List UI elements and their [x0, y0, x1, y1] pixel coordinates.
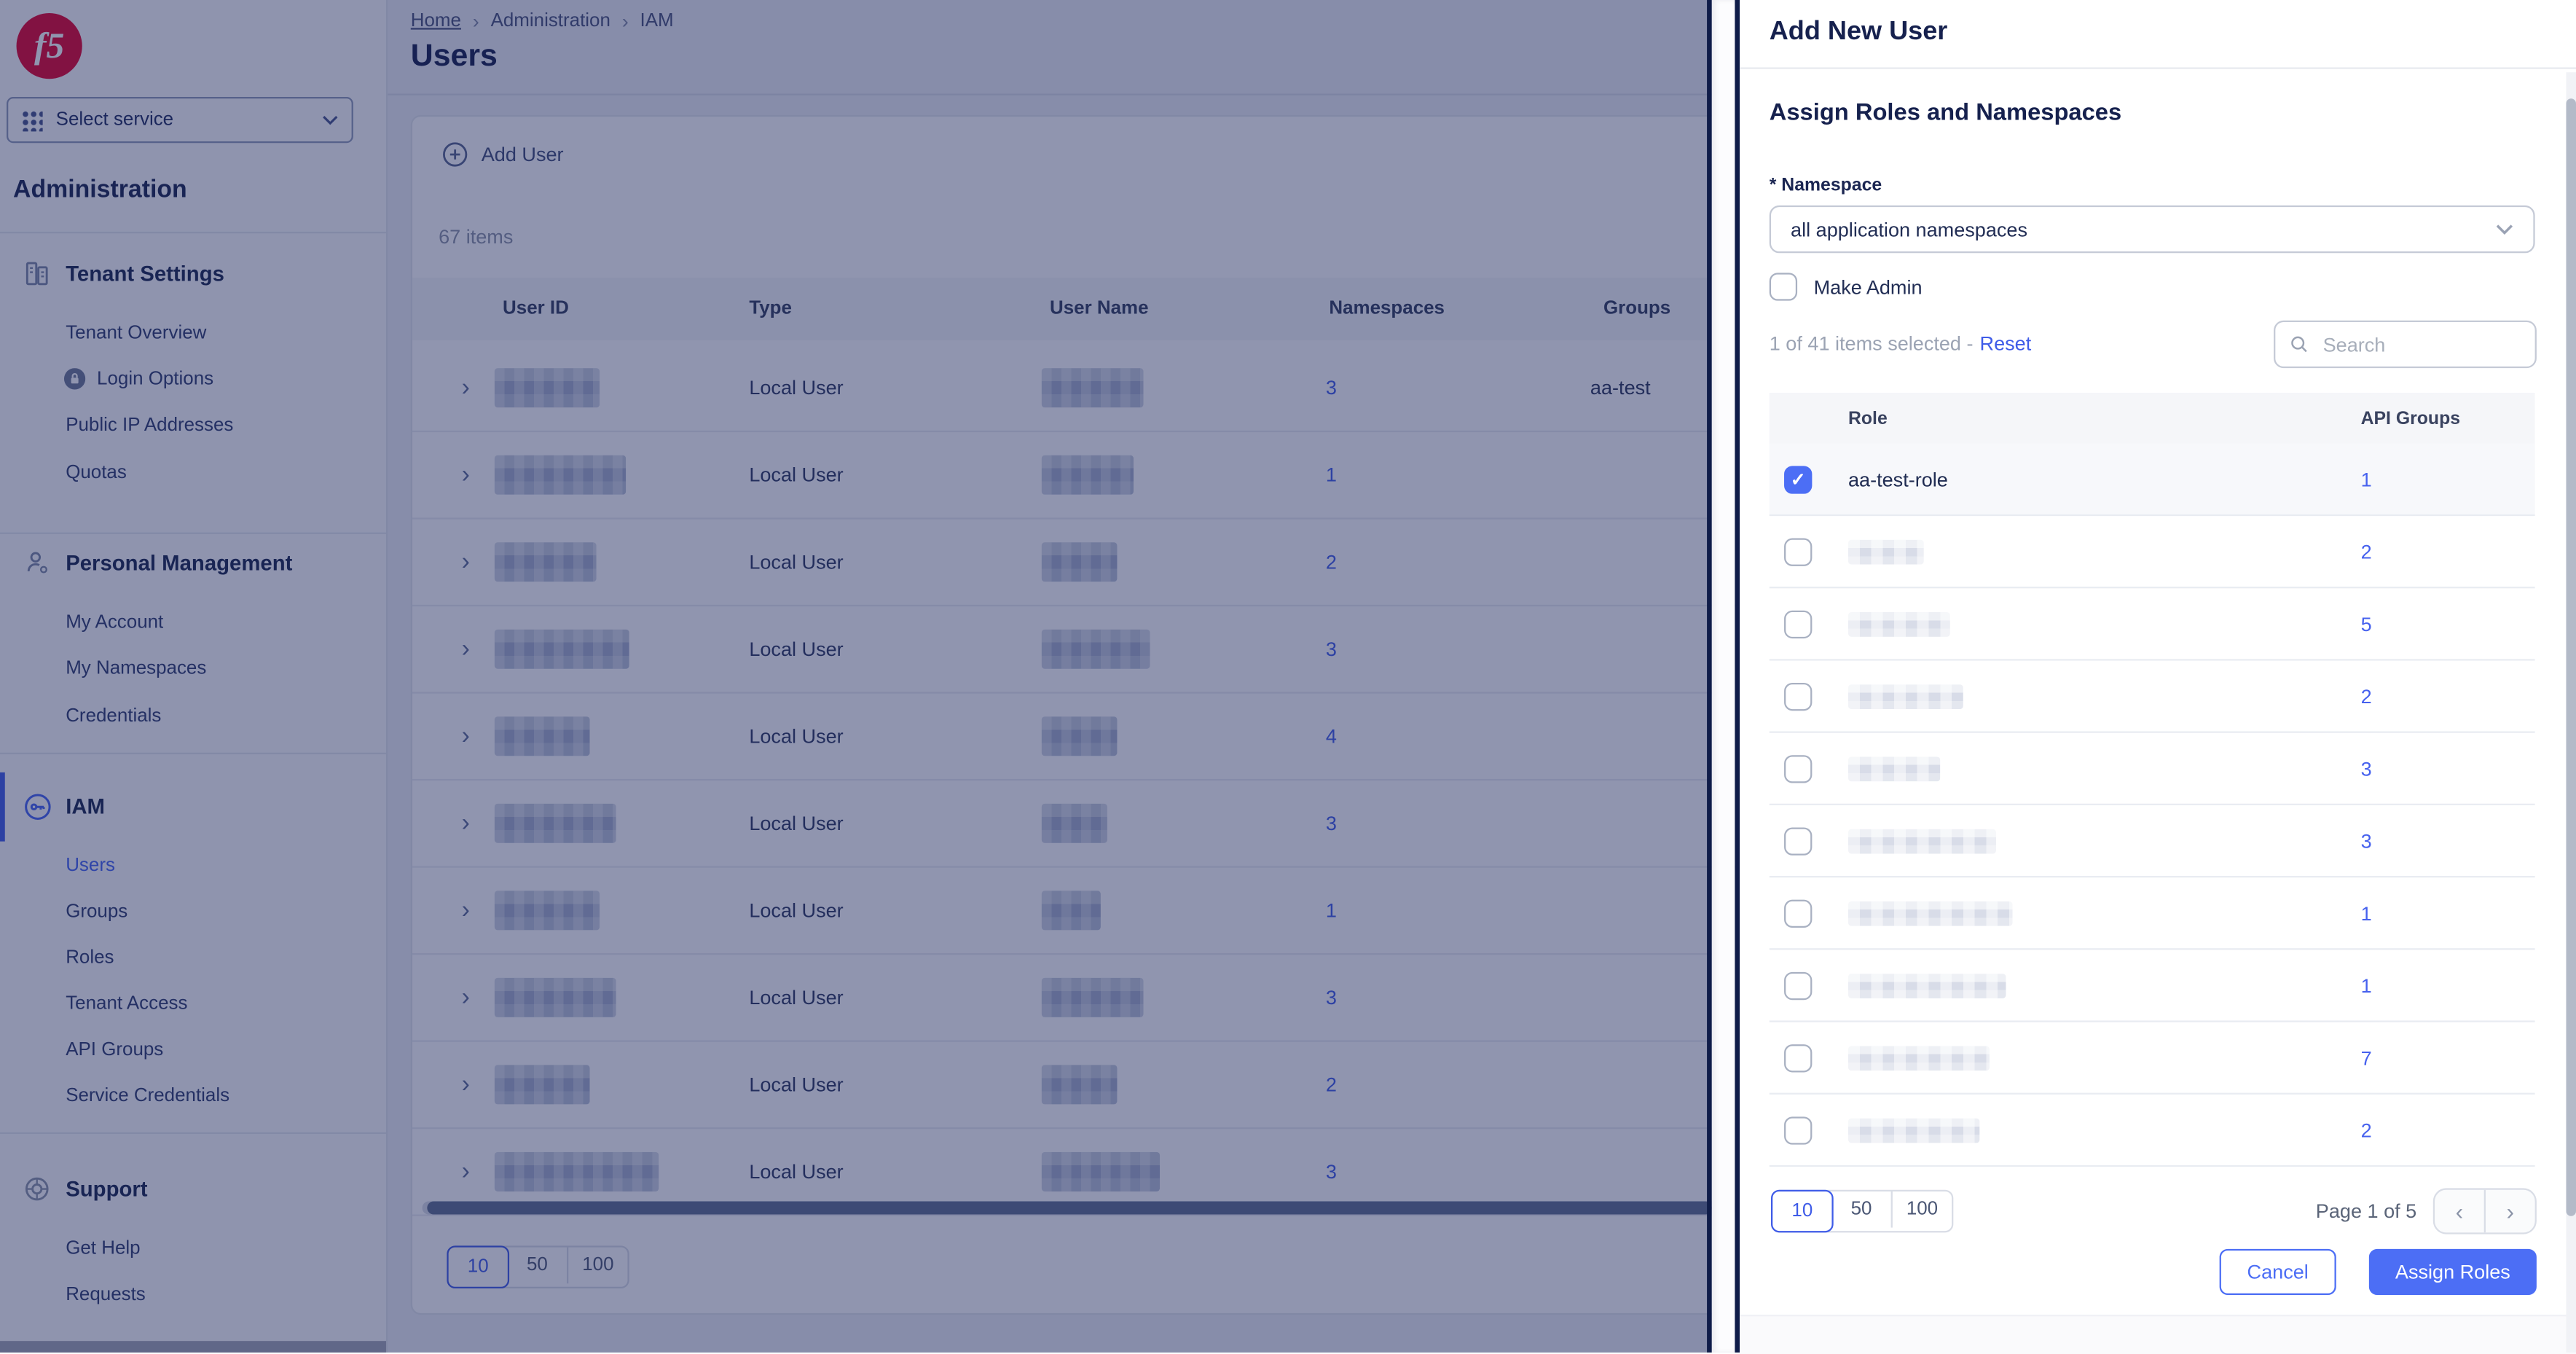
underlying-drawer-sliver [1711, 0, 1735, 1353]
cancel-button[interactable]: Cancel [2219, 1248, 2336, 1296]
role-name: aa-test-role [1847, 467, 1948, 491]
panel-actions: Cancel Assign Roles [1740, 1248, 2537, 1296]
api-groups-count-link[interactable]: 1 [2361, 468, 2372, 491]
page-info: Page 1 of 5 [2315, 1200, 2417, 1223]
role-name-redacted [1847, 1117, 1980, 1143]
vertical-scrollbar-thumb[interactable] [2566, 98, 2576, 1216]
add-new-user-panel: Add New User Assign Roles and Namespaces… [1740, 0, 2576, 1354]
page-nav: ‹ › [2432, 1188, 2537, 1234]
role-checkbox[interactable] [1784, 1116, 1813, 1144]
selection-summary: 1 of 41 items selected - Reset [1770, 332, 2032, 356]
api-groups-count-link[interactable]: 1 [2361, 974, 2372, 997]
col-role: Role [1847, 408, 1888, 428]
page-size-selector: 10 50 100 [1770, 1189, 1954, 1233]
namespace-select[interactable]: all application namespaces [1769, 205, 2535, 254]
chevron-down-icon [2496, 224, 2513, 235]
role-row: 7 [1769, 1022, 2535, 1095]
page-size-100[interactable]: 100 [1893, 1191, 1952, 1228]
screen: f5 Select service Administration Tenant … [0, 0, 2576, 1354]
api-groups-count-link[interactable]: 3 [2361, 829, 2372, 853]
page-size-50[interactable]: 50 [1831, 1191, 1893, 1228]
assign-roles-heading: Assign Roles and Namespaces [1769, 100, 2122, 127]
role-name-redacted [1847, 684, 1963, 708]
role-checkbox-checked[interactable]: ✓ [1784, 465, 1813, 493]
panel-title: Add New User [1769, 17, 1948, 47]
role-row: ✓ aa-test-role 1 [1769, 443, 2535, 517]
panel-footer [1740, 1315, 2576, 1354]
role-checkbox[interactable] [1784, 537, 1813, 566]
next-page-icon[interactable]: › [2486, 1190, 2535, 1233]
role-row: 2 [1769, 1095, 2535, 1167]
role-row: 1 [1769, 950, 2535, 1022]
drawer-under-border [1707, 0, 1712, 1353]
roles-table: Role API Groups ✓ aa-test-role 1 2 5 2 3… [1769, 392, 2535, 1167]
api-groups-count-link[interactable]: 1 [2361, 901, 2372, 925]
role-name-redacted [1847, 900, 2013, 926]
search-input[interactable] [2320, 331, 2521, 358]
api-groups-count-link[interactable]: 2 [2361, 540, 2372, 563]
selection-summary-text: 1 of 41 items selected - [1769, 332, 1974, 356]
role-name-redacted [1847, 539, 1924, 564]
namespace-select-value: all application namespaces [1791, 217, 2028, 241]
roles-table-header: Role API Groups [1769, 392, 2535, 444]
role-row: 5 [1769, 588, 2535, 661]
role-name-redacted [1847, 611, 1950, 636]
role-row: 1 [1769, 877, 2535, 950]
role-name-redacted [1847, 828, 1996, 853]
page-size-10[interactable]: 10 [1770, 1189, 1834, 1233]
make-admin-label: Make Admin [1813, 275, 1923, 299]
reset-link[interactable]: Reset [1980, 332, 2032, 356]
api-groups-count-link[interactable]: 3 [2361, 756, 2372, 780]
role-checkbox[interactable] [1784, 609, 1813, 638]
role-row: 2 [1769, 661, 2535, 733]
role-row: 3 [1769, 805, 2535, 878]
role-checkbox[interactable] [1784, 971, 1813, 1000]
namespace-label: * Namespace [1769, 176, 1882, 196]
role-checkbox[interactable] [1784, 826, 1813, 855]
role-checkbox[interactable] [1784, 899, 1813, 927]
api-groups-count-link[interactable]: 5 [2361, 612, 2372, 635]
role-row: 2 [1769, 516, 2535, 589]
role-checkbox[interactable] [1784, 754, 1813, 783]
make-admin-field: Make Admin [1769, 273, 1923, 301]
role-checkbox[interactable] [1784, 681, 1813, 711]
drawer-stack: Add New User Assign Roles and Namespaces… [1707, 0, 2576, 1354]
search-box [2274, 320, 2537, 369]
role-name-redacted [1847, 1045, 1990, 1071]
prev-page-icon[interactable]: ‹ [2435, 1189, 2486, 1233]
api-groups-count-link[interactable]: 2 [2361, 684, 2372, 708]
role-row: 3 [1769, 733, 2535, 805]
divider [1740, 67, 2576, 69]
drawer-left-border [1735, 0, 1740, 1353]
role-name-redacted [1847, 973, 2006, 998]
search-icon [2291, 336, 2307, 353]
api-groups-count-link[interactable]: 7 [2361, 1046, 2372, 1069]
role-checkbox[interactable] [1784, 1043, 1813, 1072]
dim-overlay [0, 0, 1708, 1353]
panel-pagination: 10 50 100 items per page Page 1 of 5 ‹ › [1770, 1188, 2537, 1234]
role-name-redacted [1847, 756, 1941, 781]
make-admin-checkbox[interactable] [1769, 273, 1798, 301]
api-groups-count-link[interactable]: 2 [2361, 1119, 2372, 1142]
assign-roles-button[interactable]: Assign Roles [2368, 1248, 2537, 1296]
col-api-groups: API Groups [2360, 408, 2461, 428]
